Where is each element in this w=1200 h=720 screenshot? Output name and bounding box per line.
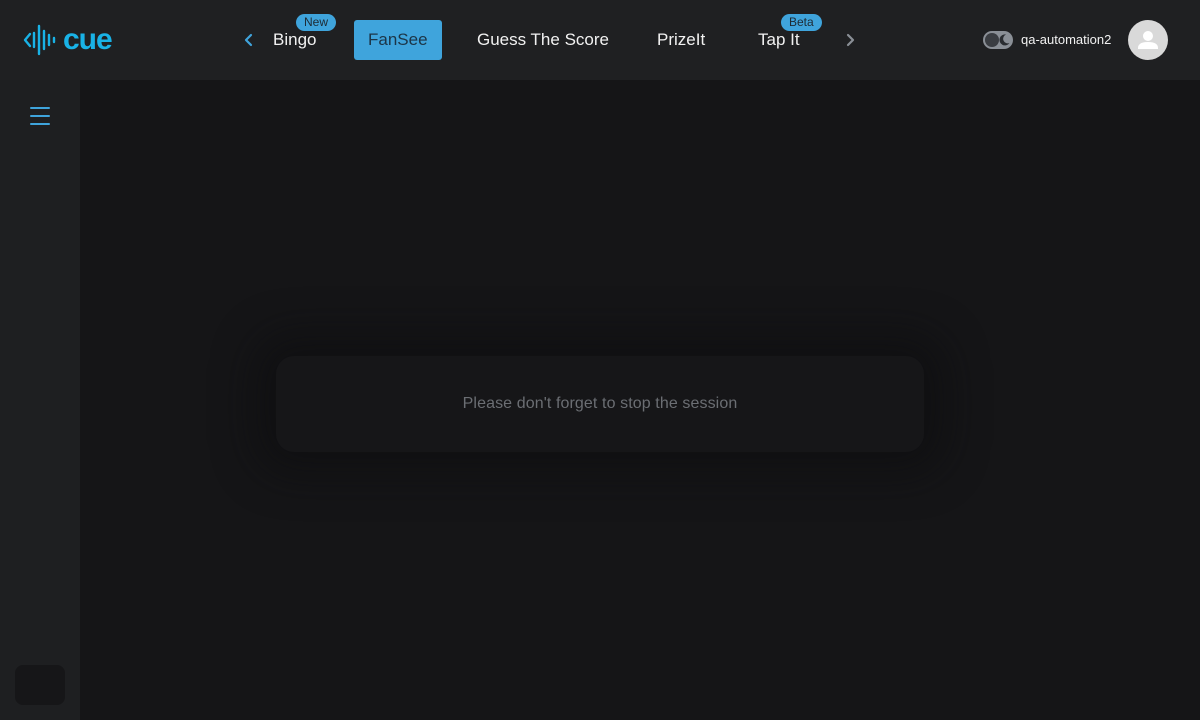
tab-bingo[interactable]: Bingo — [259, 20, 330, 60]
tab-fansee[interactable]: FanSee — [354, 20, 442, 60]
tab-label: Guess The Score — [477, 30, 609, 49]
soundwave-logo-icon — [23, 24, 56, 56]
nav-next-button[interactable] — [838, 28, 862, 52]
session-reminder-text: Please don't forget to stop the session — [462, 395, 738, 412]
menu-line — [30, 107, 50, 109]
main-content: Please don't forget to stop the session — [80, 80, 1200, 720]
theme-toggle[interactable] — [983, 31, 1013, 49]
tab-prizeit[interactable]: PrizeIt — [643, 20, 719, 60]
tab-label: PrizeIt — [657, 30, 706, 49]
menu-line — [30, 123, 50, 125]
cue-logo[interactable]: cue — [23, 23, 113, 57]
avatar[interactable] — [1128, 20, 1168, 60]
session-reminder-card: Please don't forget to stop the session — [276, 356, 924, 452]
tab-guess-the-score[interactable]: Guess The Score — [463, 20, 623, 60]
sidebar — [0, 80, 80, 720]
tab-label: FanSee — [368, 30, 428, 49]
sidebar-bottom-button[interactable] — [15, 665, 65, 705]
tab-label: Tap It — [758, 30, 800, 49]
logo-text: cue — [63, 23, 113, 56]
chevron-right-icon — [846, 33, 855, 47]
top-bar: cue New Bingo FanSee Guess The Score Pri… — [0, 0, 1200, 80]
username: qa-automation2 — [1021, 32, 1112, 47]
tab-label: Bingo — [273, 30, 317, 49]
nav-prev-button[interactable] — [237, 28, 261, 52]
moon-icon — [999, 34, 1010, 46]
menu-line — [30, 115, 50, 117]
tab-tap-it[interactable]: Tap It — [744, 20, 814, 60]
user-icon — [1138, 31, 1158, 49]
hamburger-menu-icon[interactable] — [28, 104, 52, 128]
chevron-left-icon — [244, 33, 253, 47]
